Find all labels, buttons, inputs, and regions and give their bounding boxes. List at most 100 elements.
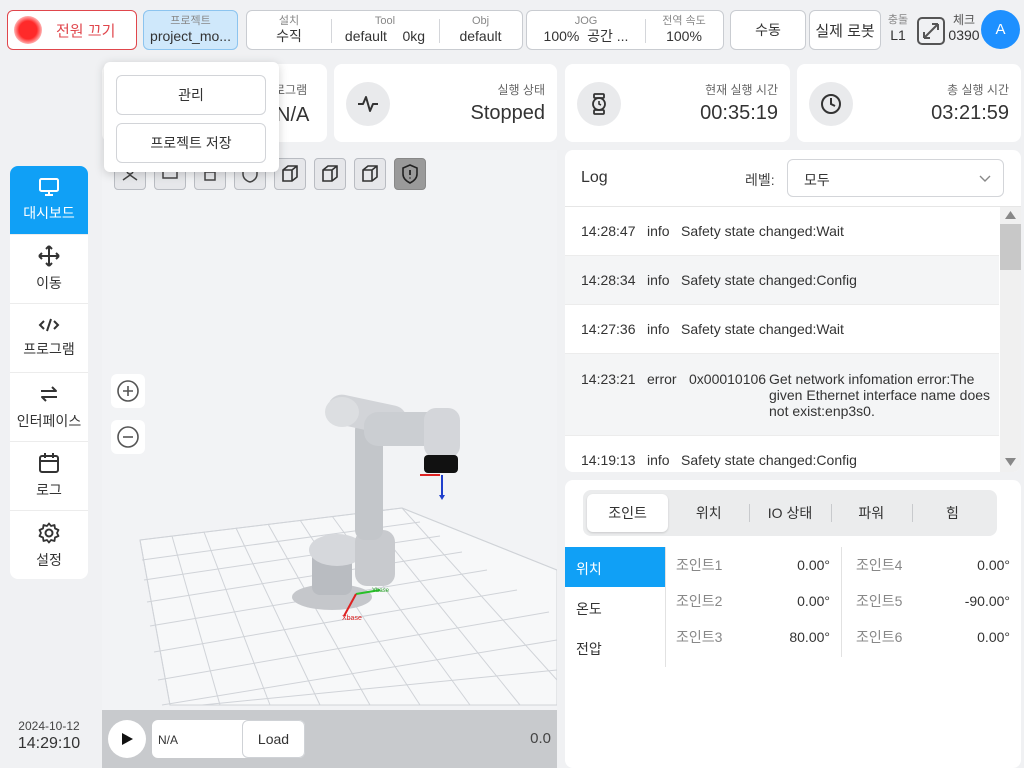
side-tab-position[interactable]: 위치 (565, 547, 665, 587)
collision-value: L1 (890, 27, 906, 43)
system-date: 2024-10-12 (18, 719, 80, 733)
zoom-in-icon (117, 380, 139, 402)
joint-name: 조인트3 (676, 629, 723, 645)
play-button[interactable] (108, 720, 146, 758)
joint-row-1: 조인트1 0.00° (666, 547, 840, 583)
tool-name: default (344, 28, 387, 44)
sidebar-item-label: 설정 (36, 551, 62, 568)
safety-shield-button[interactable] (394, 158, 426, 190)
robot-scene[interactable]: Ybase Xbase (102, 150, 557, 710)
tool-weight: 0kg (402, 28, 426, 44)
side-tab-voltage[interactable]: 전압 (565, 627, 665, 667)
swap-icon (41, 386, 57, 402)
power-off-button[interactable]: 전원 끄기 (7, 10, 137, 50)
log-level: error (647, 371, 677, 387)
zoom-out-button[interactable] (111, 420, 145, 454)
shield-alert-icon (402, 164, 418, 184)
total-run-time-value: 03:21:59 (931, 102, 1009, 124)
scroll-down-icon[interactable] (1004, 457, 1017, 467)
obj-label: Obj (471, 15, 490, 27)
log-row-error[interactable]: 14:23:21 error 0x00010106 Get network in… (565, 354, 999, 436)
zoom-in-button[interactable] (111, 374, 145, 408)
project-selector[interactable]: 프로젝트 project_mo... (143, 10, 238, 50)
joint-name: 조인트2 (676, 593, 723, 609)
check-label: 체크 (952, 13, 976, 27)
joint-values-grid: 조인트1 0.00° 조인트2 0.00° 조인트3 80.00° 조인트4 0… (666, 547, 1021, 667)
joint-row-6: 조인트6 0.00° (846, 619, 1020, 655)
avatar[interactable]: A (981, 10, 1020, 49)
scroll-up-icon[interactable] (1004, 210, 1017, 220)
install-value: 수직 (276, 28, 302, 44)
calendar-icon (39, 453, 59, 473)
project-save-button[interactable]: 프로젝트 저장 (116, 123, 266, 163)
sidebar-item-move[interactable]: 이동 (10, 235, 88, 304)
obj-value: default (459, 28, 502, 44)
view-cube-iso-button[interactable] (354, 158, 386, 190)
log-level: info (647, 452, 670, 468)
view-cube-right-button[interactable] (314, 158, 346, 190)
manual-mode-button[interactable]: 수동 (730, 10, 806, 50)
joint-row-3: 조인트3 80.00° (666, 619, 840, 655)
install-label: 설치 (278, 15, 300, 27)
tab-force[interactable]: 힘 (911, 494, 993, 532)
joint-row-5: 조인트5 -90.00° (846, 583, 1020, 619)
load-button[interactable]: Load (242, 720, 305, 758)
joint-side-tabs: 위치 온도 전압 (565, 547, 665, 667)
log-row[interactable]: 14:27:36 info Safety state changed:Wait (565, 305, 999, 354)
sidebar-item-settings[interactable]: 설정 (10, 511, 88, 579)
stopwatch-icon (577, 82, 621, 126)
fullscreen-icon[interactable] (916, 16, 946, 46)
obj-cell[interactable]: Obj default (439, 11, 522, 49)
log-scrollbar-thumb[interactable] (1000, 224, 1021, 270)
log-error-code: 0x00010106 (689, 371, 767, 387)
collision-level[interactable]: 충돌 L1 (884, 14, 912, 44)
log-time: 14:28:47 (581, 223, 636, 239)
tool-value: default 0kg (331, 28, 439, 45)
install-tool-obj-group[interactable]: 설치 수직 Tool default 0kg Obj default (246, 10, 523, 50)
install-cell[interactable]: 설치 수직 (247, 11, 331, 49)
log-message: Safety state changed:Wait (681, 321, 844, 337)
tab-position[interactable]: 위치 (668, 494, 749, 532)
cube-right-icon (322, 165, 338, 182)
run-state-card: 실행 상태 Stopped (334, 64, 557, 142)
log-scrollbar[interactable] (1000, 207, 1021, 472)
real-robot-button[interactable]: 실제 로봇 (809, 10, 881, 50)
log-message: Safety state changed:Config (681, 272, 857, 288)
log-message: Safety state changed:Wait (681, 223, 844, 239)
jog-speed-group[interactable]: JOG 100% 공간 ... 전역 속도 100% (526, 10, 724, 50)
tab-power[interactable]: 파워 (830, 494, 912, 532)
jog-cell[interactable]: JOG 100% 공간 ... (527, 11, 645, 49)
joint-column-left: 조인트1 0.00° 조인트2 0.00° 조인트3 80.00° (666, 547, 840, 667)
joint-name: 조인트1 (676, 557, 723, 573)
log-row[interactable]: 14:19:13 info Safety state changed:Confi… (565, 436, 999, 472)
robot-3d-viewport[interactable]: Ybase Xbase N/A Load 0.0 (102, 150, 557, 768)
current-run-time-value: 00:35:19 (700, 102, 778, 124)
joint-value: 0.00° (797, 593, 830, 609)
log-row[interactable]: 14:28:47 info Safety state changed:Wait (565, 207, 999, 256)
monitor-icon (39, 178, 59, 196)
tab-joint[interactable]: 조인트 (587, 494, 669, 532)
code-icon (38, 318, 60, 332)
project-manage-button[interactable]: 관리 (116, 75, 266, 115)
log-panel: Log 레벨: 모두 14:28:47 info Safety state ch… (565, 150, 1021, 472)
system-datetime: 2024-10-12 14:29:10 (0, 719, 98, 753)
global-speed-label: 전역 속도 (662, 15, 706, 27)
global-speed-cell[interactable]: 전역 속도 100% (645, 11, 723, 49)
joint-name: 조인트4 (856, 557, 903, 573)
sidebar-item-interface[interactable]: 인터페이스 (10, 373, 88, 442)
log-row[interactable]: 14:28:34 info Safety state changed:Confi… (565, 256, 999, 305)
sidebar-item-log[interactable]: 로그 (10, 442, 88, 511)
log-level-select[interactable]: 모두 (787, 159, 1004, 197)
sidebar-item-label: 인터페이스 (16, 413, 82, 429)
side-tab-temperature[interactable]: 온도 (565, 587, 665, 627)
sidebar-item-program[interactable]: 프로그램 (10, 304, 88, 373)
play-icon (122, 733, 133, 745)
y-base-label: Ybase (372, 588, 390, 594)
tool-cell[interactable]: Tool default 0kg (331, 11, 439, 49)
tab-io-status[interactable]: IO 상태 (749, 494, 830, 532)
sidebar-item-label: 이동 (36, 275, 62, 291)
check-status[interactable]: 체크 0390 (946, 14, 982, 44)
sidebar-item-dashboard[interactable]: 대시보드 (10, 166, 88, 235)
log-list[interactable]: 14:28:47 info Safety state changed:Wait … (565, 207, 999, 472)
joint-value: 80.00° (789, 629, 830, 645)
